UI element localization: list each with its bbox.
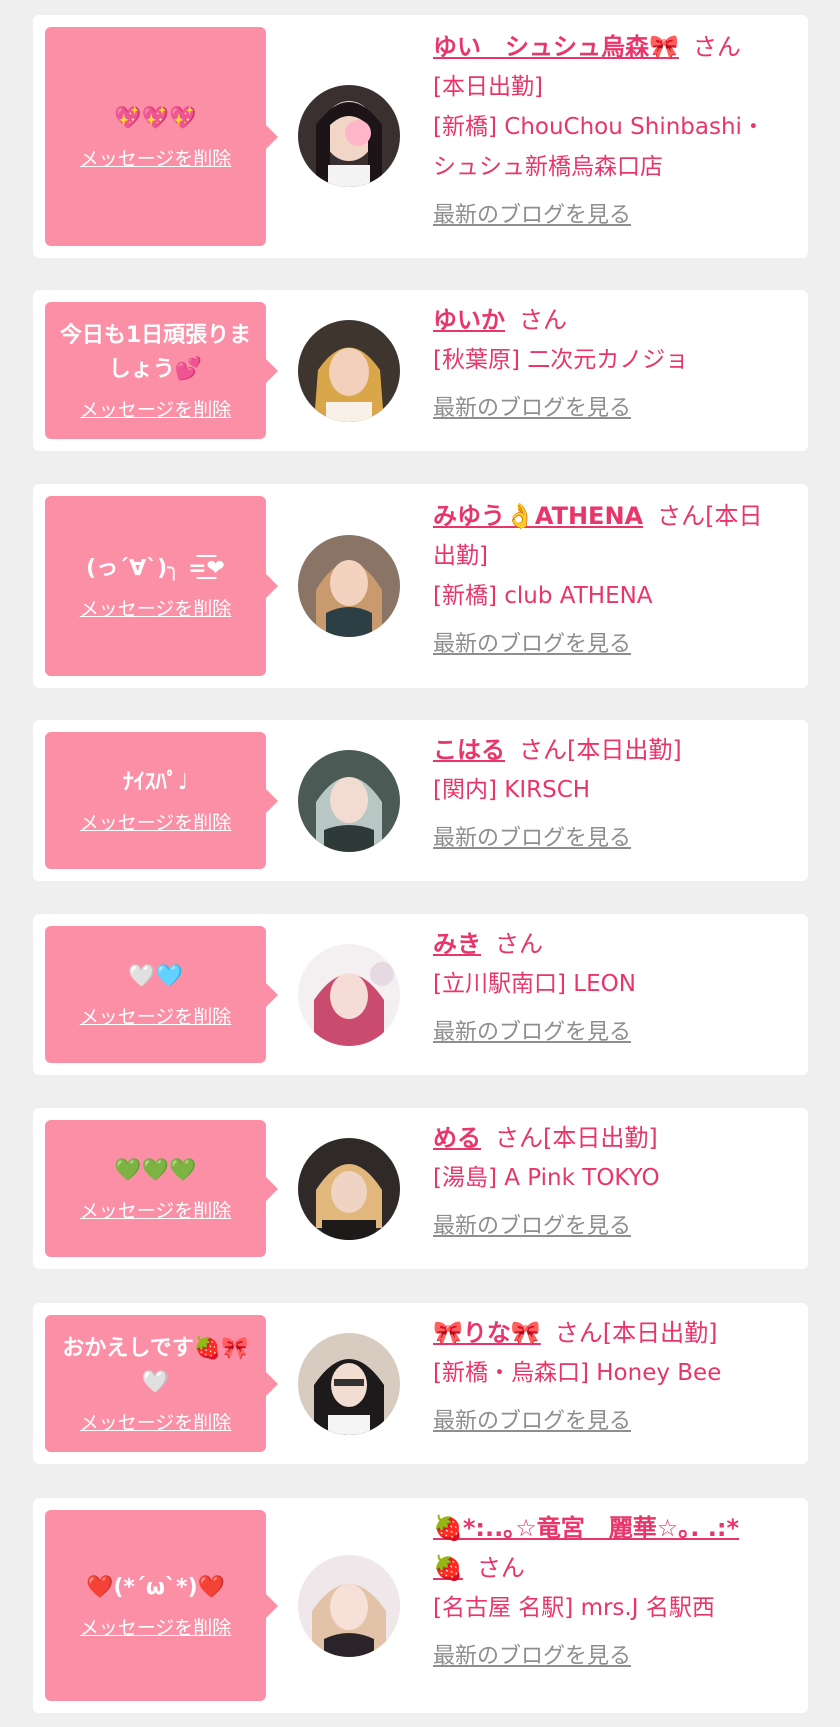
shop-text: [立川駅南口] LEON [433, 971, 636, 997]
entry-info: 🍓*:..｡☆竜宮 麗華☆｡. .:* 🍓 さん [名古屋 名駅] mrs.J 名… [433, 1508, 793, 1670]
entry-info: 🎀りな🎀 さん[本日出勤] [新橋・烏森口] Honey Bee 最新のブログを見… [433, 1313, 793, 1435]
profile-name-link[interactable]: 🍓 [433, 1554, 463, 1582]
shop-text: [関内] KIRSCH [433, 777, 591, 803]
latest-blog-link[interactable]: 最新のブログを見る [433, 1403, 631, 1435]
shop-text: [名古屋 名駅] mrs.J 名駅西 [433, 1595, 715, 1621]
message-text: 💖💖💖 [114, 106, 197, 131]
status-text: [本日出勤] [543, 1124, 658, 1152]
entry-info: こはる さん[本日出勤] [関内] KIRSCH 最新のブログを見る [433, 730, 793, 852]
avatar[interactable] [298, 85, 400, 187]
delete-message-link[interactable]: メッセージを削除 [80, 1002, 232, 1029]
avatar[interactable] [298, 944, 400, 1046]
status-text: [本日 [705, 502, 763, 530]
profile-name-link[interactable]: める [433, 1124, 481, 1152]
message-text: おかえしです🍓🎀🤍 [62, 1336, 249, 1395]
message-text: ❤️(*´ω`*)❤️ [85, 1575, 226, 1600]
entry-info: みゆう👌ATHENA さん[本日 出勤] [新橋] club ATHENA 最新の… [433, 496, 793, 658]
shop-text: [新橋] club ATHENA [433, 583, 653, 609]
avatar[interactable] [298, 1333, 400, 1435]
latest-blog-link[interactable]: 最新のブログを見る [433, 390, 631, 422]
entry-info: ゆいか さん [秋葉原] 二次元カノジョ 最新のブログを見る [433, 300, 793, 422]
honorific: さん [495, 930, 543, 958]
honorific: さん [495, 1124, 543, 1152]
delete-message-link[interactable]: メッセージを削除 [80, 144, 232, 171]
shop-text: [新橋] ChouChou Shinbashi・ [433, 114, 765, 140]
profile-name-link[interactable]: 🎀りな🎀 [433, 1319, 541, 1347]
list-item: 💖💖💖 メッセージを削除 ゆい シュシュ烏森🎀 さん [本日出勤] [新橋] Ch… [33, 15, 808, 258]
profile-name-link[interactable]: 🍓*:..｡☆竜宮 麗華☆｡. .:* [433, 1514, 739, 1542]
status-text: [本日出勤] [567, 736, 682, 764]
shop-text: [秋葉原] 二次元カノジョ [433, 347, 689, 373]
message-bubble: 🤍🩵 メッセージを削除 [45, 926, 266, 1063]
entry-info: ゆい シュシュ烏森🎀 さん [本日出勤] [新橋] ChouChou Shinba… [433, 27, 793, 229]
avatar[interactable] [298, 1138, 400, 1240]
latest-blog-link[interactable]: 最新のブログを見る [433, 626, 631, 658]
latest-blog-link[interactable]: 最新のブログを見る [433, 1208, 631, 1240]
delete-message-link[interactable]: メッセージを削除 [80, 1196, 232, 1223]
delete-message-link[interactable]: メッセージを削除 [80, 1613, 232, 1640]
honorific: さん [519, 736, 567, 764]
honorific: さん [519, 306, 567, 334]
message-text: 💚💚💚 [114, 1158, 197, 1183]
honorific: さん [657, 502, 706, 530]
shop-text: [湯島] A Pink TOKYO [433, 1165, 660, 1191]
list-item: 💚💚💚 メッセージを削除 める さん[本日出勤] [湯島] A Pink TOKY… [33, 1108, 808, 1269]
status-text: 出勤] [433, 543, 488, 569]
latest-blog-link[interactable]: 最新のブログを見る [433, 1014, 631, 1046]
shop-text: シュシュ新橋烏森口店 [433, 154, 663, 180]
message-text: ﾅｲｽﾊﾟ♩ [122, 770, 189, 795]
honorific: さん [692, 33, 741, 61]
message-bubble: 💚💚💚 メッセージを削除 [45, 1120, 266, 1257]
profile-name-link[interactable]: ゆい シュシュ烏森🎀 [433, 33, 679, 61]
message-bubble: おかえしです🍓🎀🤍 メッセージを削除 [45, 1315, 266, 1452]
delete-message-link[interactable]: メッセージを削除 [80, 1408, 232, 1435]
entry-info: みき さん [立川駅南口] LEON 最新のブログを見る [433, 924, 793, 1046]
profile-name-link[interactable]: ゆいか [433, 306, 505, 334]
message-text: (っ´∀`)╮ =͟͟͞͞❤ [86, 555, 225, 581]
avatar[interactable] [298, 750, 400, 852]
message-bubble: ﾅｲｽﾊﾟ♩ メッセージを削除 [45, 732, 266, 869]
list-item: 今日も1日頑張りましょう💕 メッセージを削除 ゆいか さん [秋葉原] 二次元カノ… [33, 290, 808, 451]
message-bubble: ❤️(*´ω`*)❤️ メッセージを削除 [45, 1510, 266, 1701]
status-text: [本日出勤] [433, 74, 543, 100]
delete-message-link[interactable]: メッセージを削除 [80, 808, 232, 835]
latest-blog-link[interactable]: 最新のブログを見る [433, 197, 631, 229]
list-item: おかえしです🍓🎀🤍 メッセージを削除 🎀りな🎀 さん[本日出勤] [新橋・烏森口]… [33, 1303, 808, 1464]
delete-message-link[interactable]: メッセージを削除 [80, 594, 232, 621]
list-item: 🤍🩵 メッセージを削除 みき さん [立川駅南口] LEON 最新のブログを見る [33, 914, 808, 1075]
message-bubble: 今日も1日頑張りましょう💕 メッセージを削除 [45, 302, 266, 439]
latest-blog-link[interactable]: 最新のブログを見る [433, 820, 631, 852]
avatar[interactable] [298, 1555, 400, 1657]
avatar[interactable] [298, 535, 400, 637]
list-item: ❤️(*´ω`*)❤️ メッセージを削除 🍓*:..｡☆竜宮 麗華☆｡. .:*… [33, 1498, 808, 1713]
shop-text: [新橋・烏森口] Honey Bee [433, 1360, 722, 1386]
profile-name-link[interactable]: みき [433, 930, 481, 958]
list-item: (っ´∀`)╮ =͟͟͞͞❤ メッセージを削除 みゆう👌ATHENA さん[本日 … [33, 484, 808, 688]
profile-name-link[interactable]: こはる [433, 736, 505, 764]
message-text: 🤍🩵 [128, 964, 183, 989]
latest-blog-link[interactable]: 最新のブログを見る [433, 1638, 631, 1670]
message-bubble: (っ´∀`)╮ =͟͟͞͞❤ メッセージを削除 [45, 496, 266, 676]
message-bubble: 💖💖💖 メッセージを削除 [45, 27, 266, 246]
status-text: [本日出勤] [602, 1319, 718, 1347]
entry-info: める さん[本日出勤] [湯島] A Pink TOKYO 最新のブログを見る [433, 1118, 793, 1240]
avatar[interactable] [298, 320, 400, 422]
profile-name-link[interactable]: みゆう👌ATHENA [433, 502, 643, 530]
delete-message-link[interactable]: メッセージを削除 [80, 395, 232, 422]
honorific: さん [476, 1554, 525, 1582]
honorific: さん [554, 1319, 603, 1347]
list-item: ﾅｲｽﾊﾟ♩ メッセージを削除 こはる さん[本日出勤] [関内] KIRSCH … [33, 720, 808, 881]
message-text: 今日も1日頑張りましょう💕 [59, 323, 252, 382]
